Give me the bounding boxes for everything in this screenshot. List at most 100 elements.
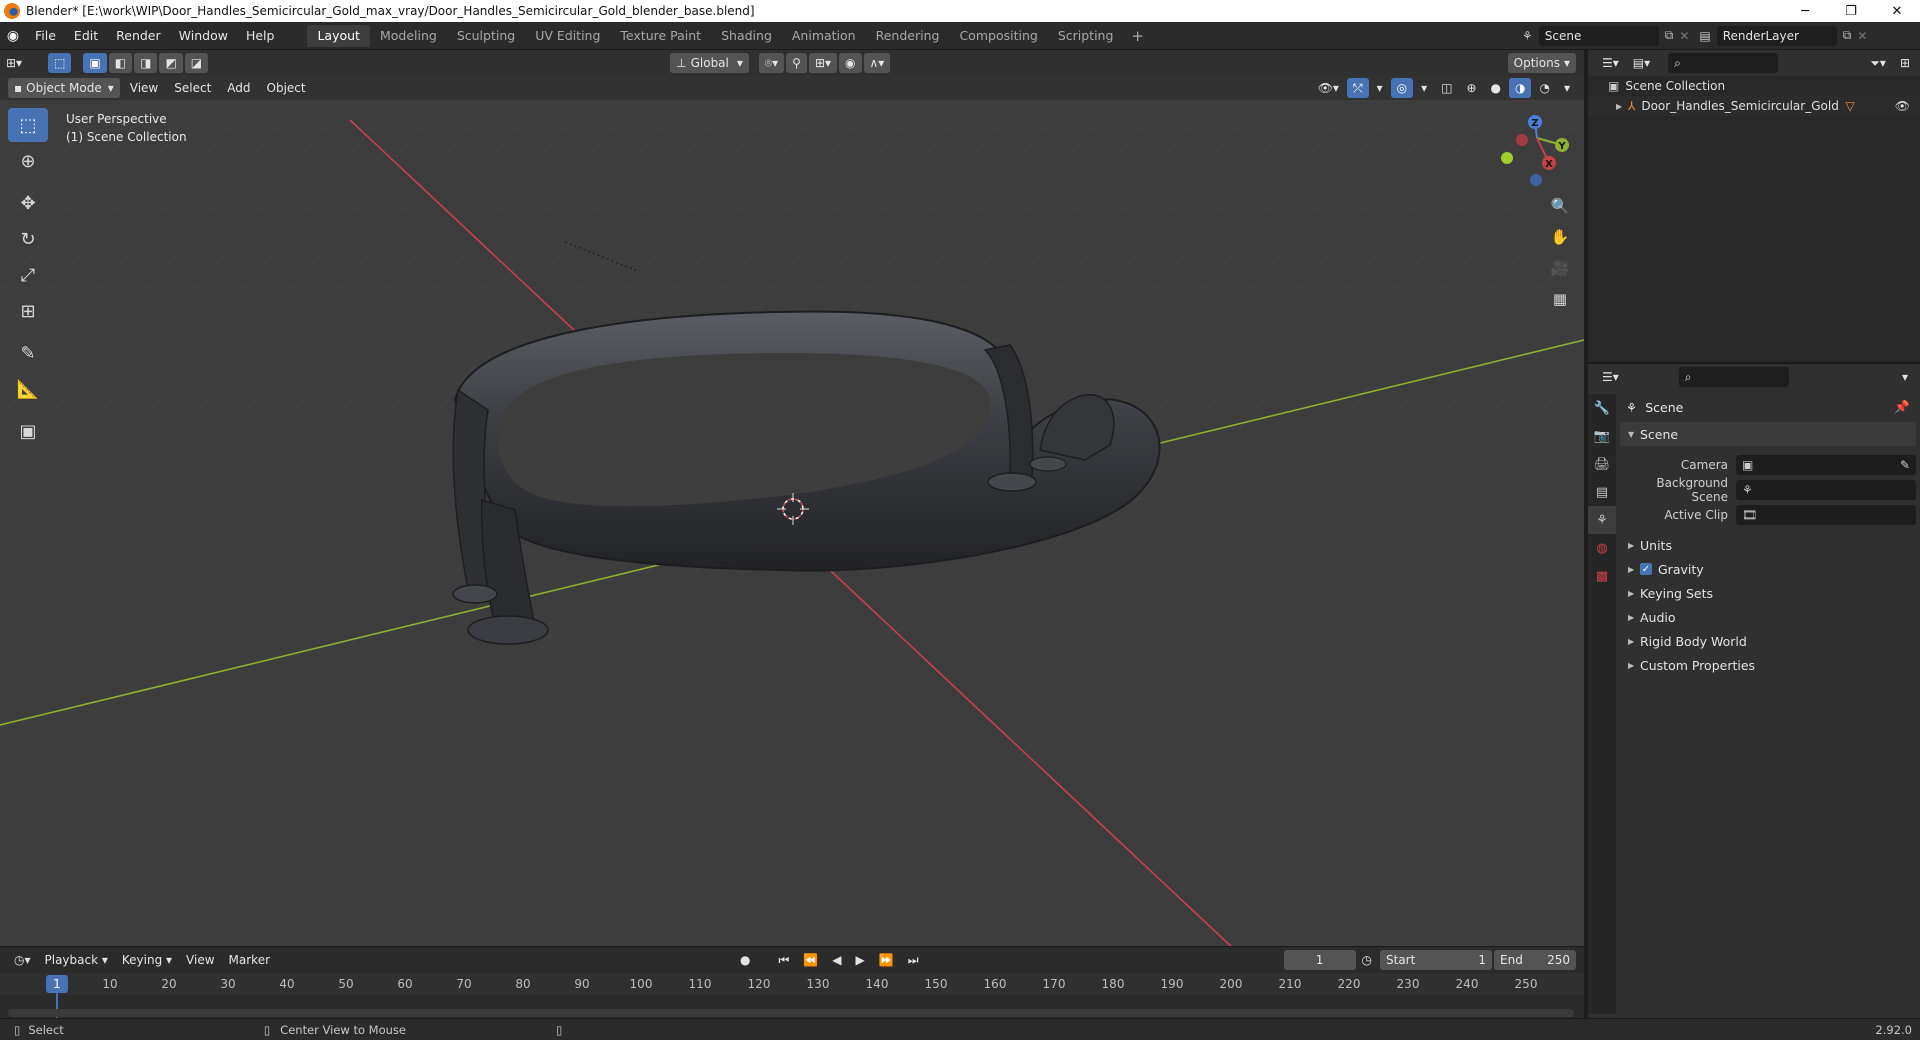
shading-dropdown-icon[interactable]: ▾ [1558, 78, 1576, 98]
snap-icon[interactable]: ⚲ [786, 53, 807, 73]
proportional-edit-icon[interactable]: ◉ [839, 53, 862, 73]
tab-compositing[interactable]: Compositing [949, 25, 1047, 47]
properties-search-input[interactable]: ⌕ [1678, 367, 1789, 387]
play-icon[interactable]: ▶ [850, 950, 871, 970]
start-frame-field[interactable]: Start 1 [1380, 950, 1492, 970]
viewport-scene[interactable]: Z Y X [0, 50, 1584, 946]
scene-panel-header[interactable]: ▼ Scene [1620, 422, 1916, 446]
maximize-button[interactable]: ❐ [1828, 0, 1874, 22]
properties-editor-type-icon[interactable]: ☰▾ [1596, 367, 1625, 387]
material-shading-icon[interactable]: ◑ [1509, 78, 1532, 98]
minimize-button[interactable]: ─ [1782, 0, 1828, 22]
add-workspace-button[interactable]: + [1123, 27, 1152, 45]
blender-menu-icon[interactable]: ◉ [0, 28, 26, 44]
end-frame-field[interactable]: End 250 [1494, 950, 1576, 970]
filter-icon[interactable]: ⏷▾ [1864, 53, 1892, 73]
output-tab-icon[interactable]: 🖨 [1588, 450, 1616, 478]
pan-hand-icon[interactable]: ✋ [1546, 223, 1574, 251]
timeline-scrollbar[interactable] [8, 1009, 1574, 1017]
menu-object[interactable]: Object [259, 81, 314, 95]
menu-edit[interactable]: Edit [65, 24, 107, 48]
transform-tool-icon[interactable]: ⊞ [8, 294, 48, 328]
tab-shading[interactable]: Shading [711, 25, 782, 47]
gizmo-toggle-icon[interactable]: ⤱ [1346, 78, 1369, 98]
scene-tab-icon[interactable]: ⚘ [1588, 506, 1616, 534]
scene-collection-row[interactable]: ▣ Scene Collection [1588, 76, 1920, 96]
select-extend-icon[interactable]: ◧ [108, 53, 133, 73]
active-clip-field[interactable]: 🎞 [1736, 504, 1916, 525]
annotate-tool-icon[interactable]: ✎ [8, 336, 48, 370]
camera-field[interactable]: ▣ ✎ [1736, 454, 1916, 475]
pivot-point-icon[interactable]: ⌾▾ [758, 53, 785, 73]
properties-options-icon[interactable]: ▾ [1896, 367, 1914, 387]
jump-start-icon[interactable]: ⏮ [773, 950, 796, 970]
rigid-body-world-panel-header[interactable]: ▶ Rigid Body World [1620, 629, 1916, 653]
timeline-editor-type-icon[interactable]: ◷▾ [8, 950, 37, 970]
transform-orientation-dropdown[interactable]: ⊥ Global ▾ [670, 53, 749, 73]
add-cube-tool-icon[interactable]: ▣ [8, 414, 48, 448]
eyedropper-icon[interactable]: ✎ [1900, 458, 1910, 472]
tab-scripting[interactable]: Scripting [1048, 25, 1124, 47]
object-data-icon[interactable]: ▽ [1846, 99, 1855, 113]
gravity-checkbox[interactable]: ✓ [1640, 563, 1652, 575]
zoom-icon[interactable]: 🔍 [1546, 192, 1574, 220]
solid-shading-icon[interactable]: ● [1485, 78, 1507, 98]
current-frame-marker[interactable]: 1 [46, 975, 68, 993]
object-row[interactable]: ▶ ⅄ Door_Handles_Semicircular_Gold ▽ 👁 [1588, 96, 1920, 116]
menu-view[interactable]: View [122, 81, 166, 95]
rotate-tool-icon[interactable]: ↻ [8, 222, 48, 256]
texture-tab-icon[interactable]: ▩ [1588, 562, 1616, 590]
tab-rendering[interactable]: Rendering [866, 25, 950, 47]
3d-viewport[interactable]: Z Y X ⊞▾ ⬚ ▣ ◧ ◨ ◩ ◪ ⊥ Global ▾ ⌾▾ ⚲ ⊞▾ … [0, 50, 1584, 946]
pin-icon[interactable]: 📌 [1894, 399, 1910, 415]
tab-animation[interactable]: Animation [782, 25, 866, 47]
jump-end-icon[interactable]: ⏭ [902, 950, 925, 970]
timeline-editor[interactable]: ◷▾ Playback ▾ Keying ▾ View Marker ● ⏮ ⏪… [0, 946, 1584, 1028]
jump-prev-keyframe-icon[interactable]: ⏪ [797, 950, 824, 970]
menu-file[interactable]: File [26, 24, 65, 48]
select-subtract-icon[interactable]: ◨ [134, 53, 158, 73]
new-scene-icon[interactable]: ⧉ [1665, 28, 1674, 43]
units-panel-header[interactable]: ▶ Units [1620, 533, 1916, 557]
visibility-icon[interactable]: 👁▾ [1312, 78, 1345, 98]
outliner-search-input[interactable]: ⌕ [1668, 53, 1779, 73]
outliner-editor-type-icon[interactable]: ☰▾ [1596, 53, 1625, 73]
render-layer-field[interactable]: RenderLayer [1716, 25, 1837, 46]
playback-menu[interactable]: Playback ▾ [39, 950, 114, 970]
tab-sculpting[interactable]: Sculpting [447, 25, 525, 47]
options-button[interactable]: Options ▾ [1507, 53, 1576, 73]
menu-help[interactable]: Help [237, 24, 284, 48]
outliner-editor[interactable]: ☰▾ ▤▾ ⌕ ⏷▾ ⊞ ▣ Scene Collection ▶ ⅄ Door… [1588, 50, 1920, 362]
scale-tool-icon[interactable]: ⤢ [8, 258, 48, 292]
camera-view-icon[interactable]: 🎥 [1546, 254, 1574, 282]
editor-type-icon[interactable]: ⊞▾ [0, 53, 28, 73]
select-invert-icon[interactable]: ◩ [159, 53, 183, 73]
play-reverse-icon[interactable]: ◀ [826, 950, 847, 970]
scene-name-field[interactable]: Scene [1538, 25, 1659, 46]
close-button[interactable]: ✕ [1874, 0, 1920, 22]
delete-scene-icon[interactable]: ✕ [1679, 29, 1689, 43]
view-layer-tab-icon[interactable]: ▤ [1588, 478, 1616, 506]
tab-modeling[interactable]: Modeling [370, 25, 447, 47]
gizmo-dropdown-icon[interactable]: ▾ [1371, 78, 1389, 98]
tab-uv-editing[interactable]: UV Editing [525, 25, 610, 47]
menu-render[interactable]: Render [107, 24, 170, 48]
object-mode-dropdown[interactable]: ▪ Object Mode ▾ [8, 78, 120, 98]
custom-properties-panel-header[interactable]: ▶ Custom Properties [1620, 653, 1916, 677]
expand-arrow-icon[interactable]: ▶ [1616, 102, 1628, 111]
scene-icon[interactable]: ⚘ [1522, 29, 1533, 43]
menu-select[interactable]: Select [166, 81, 219, 95]
overlay-toggle-icon[interactable]: ◎ [1390, 78, 1414, 98]
keying-sets-panel-header[interactable]: ▶ Keying Sets [1620, 581, 1916, 605]
measure-tool-icon[interactable]: 📐 [8, 372, 48, 406]
record-icon[interactable]: ● [734, 950, 756, 970]
proportional-falloff-icon[interactable]: ∧▾ [863, 53, 891, 73]
render-tab-icon[interactable]: 📷 [1588, 422, 1616, 450]
wireframe-shading-icon[interactable]: ⊕ [1460, 78, 1482, 98]
render-layer-icon[interactable]: ▤ [1699, 29, 1710, 43]
world-tab-icon[interactable]: ◍ [1588, 534, 1616, 562]
timeline-view-menu[interactable]: View [180, 950, 220, 970]
select-tool-icon[interactable]: ⬚ [48, 53, 72, 73]
jump-next-keyframe-icon[interactable]: ⏩ [873, 950, 900, 970]
current-frame-field[interactable]: 1 [1283, 950, 1356, 970]
